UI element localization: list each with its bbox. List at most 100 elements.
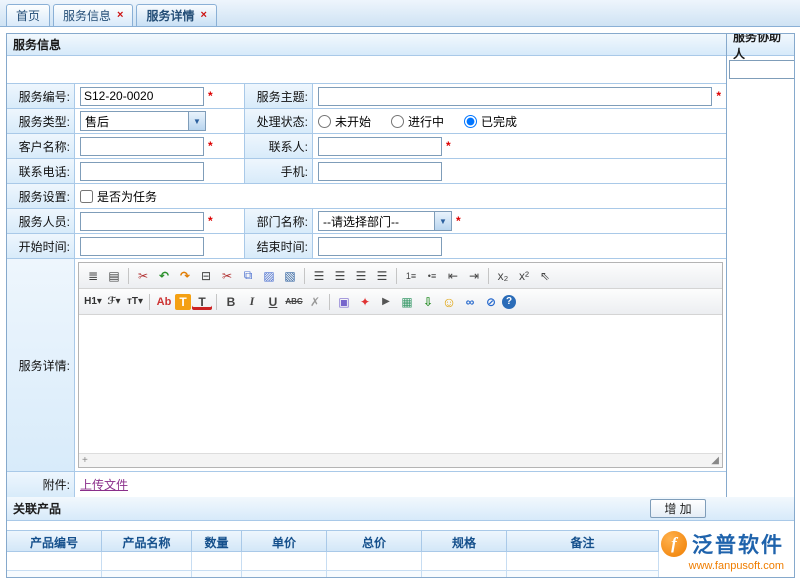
start-time-input[interactable]	[80, 237, 204, 256]
required-mark: *	[208, 89, 213, 103]
forecolor-icon[interactable]: T	[192, 294, 212, 310]
close-icon[interactable]: ×	[117, 10, 123, 21]
fanpu-logo-text: 泛普软件	[692, 529, 784, 559]
table-icon[interactable]: ▦	[397, 292, 417, 312]
required-mark: *	[716, 89, 721, 103]
superscript-icon[interactable]: x²	[514, 266, 534, 286]
subscript-icon[interactable]: x₂	[493, 266, 513, 286]
source-icon[interactable]: ≣	[83, 266, 103, 286]
tab-service-info[interactable]: 服务信息 ×	[53, 4, 133, 26]
is-task-option[interactable]: 是否为任务	[80, 188, 157, 205]
drag-grip-icon[interactable]: +	[82, 455, 88, 466]
print-icon[interactable]: ⊟	[196, 266, 216, 286]
personnel-label: 服务人员:	[7, 209, 75, 233]
is-task-label: 是否为任务	[97, 188, 157, 205]
toolbar-separator	[304, 268, 305, 284]
service-no-label: 服务编号:	[7, 84, 75, 108]
redo-icon[interactable]: ↷	[175, 266, 195, 286]
heading-icon[interactable]: H1▾	[83, 292, 103, 312]
subject-input[interactable]	[318, 87, 712, 106]
remove-format-icon[interactable]: ✗	[305, 292, 325, 312]
styles-icon[interactable]: Ab	[154, 292, 174, 312]
highlight-icon[interactable]: T	[175, 294, 191, 310]
scissors-icon[interactable]: ✂	[217, 266, 237, 286]
department-label: 部门名称:	[245, 209, 313, 233]
phone-label: 联系电话:	[7, 159, 75, 183]
service-type-value: 售后	[85, 113, 109, 130]
section-title: 服务信息	[7, 34, 726, 56]
department-select[interactable]: --请选择部门-- ▼	[318, 211, 452, 231]
is-task-checkbox[interactable]	[80, 190, 93, 203]
add-product-button[interactable]: 增 加	[650, 499, 706, 518]
status-radio-not-started[interactable]	[318, 115, 331, 128]
underline-icon[interactable]: U	[263, 292, 283, 312]
paste-icon[interactable]: ▨	[259, 266, 279, 286]
col-spec: 规格	[422, 530, 507, 552]
contact-label: 联系人:	[245, 134, 313, 158]
service-no-input[interactable]	[80, 87, 204, 106]
italic-icon[interactable]: I	[242, 292, 262, 312]
align-justify-icon[interactable]: ☰	[372, 266, 392, 286]
bullet-list-icon[interactable]: •≡	[422, 266, 442, 286]
strikethrough-icon[interactable]: ABC	[284, 292, 304, 312]
resize-grip-icon[interactable]: ◢	[711, 455, 719, 466]
toolbar-separator	[128, 268, 129, 284]
col-product-name: 产品名称	[102, 530, 192, 552]
form-row: 服务人员: * 部门名称: --请选择部门-- ▼ *	[7, 209, 726, 234]
personnel-input[interactable]	[80, 212, 204, 231]
indent-icon[interactable]: ⇥	[464, 266, 484, 286]
tab-home[interactable]: 首页	[6, 4, 50, 26]
status-option-in-progress[interactable]: 进行中	[391, 113, 444, 130]
contact-input[interactable]	[318, 137, 442, 156]
font-size-icon[interactable]: тT▾	[125, 292, 145, 312]
chevron-down-icon[interactable]: ▼	[434, 212, 451, 230]
font-family-icon[interactable]: ℱ▾	[104, 292, 124, 312]
link-icon[interactable]: ∞	[460, 292, 480, 312]
select-all-icon[interactable]: ⇖	[535, 266, 555, 286]
flash-icon[interactable]: ✦	[355, 292, 375, 312]
service-info-panel: 服务信息 服务编号: * 服务主题: *	[6, 33, 795, 578]
department-value: --请选择部门--	[323, 213, 399, 230]
copy-icon[interactable]: ⧉	[238, 266, 258, 286]
customer-label: 客户名称:	[7, 134, 75, 158]
insert-icon[interactable]: ⇩	[418, 292, 438, 312]
form-row: 联系电话: 手机:	[7, 159, 726, 184]
outdent-icon[interactable]: ⇤	[443, 266, 463, 286]
assistant-input[interactable]	[729, 60, 795, 79]
undo-icon[interactable]: ↶	[154, 266, 174, 286]
align-right-icon[interactable]: ☰	[351, 266, 371, 286]
service-type-select[interactable]: 售后 ▼	[80, 111, 206, 131]
rich-text-editor: ≣ ▤ ✂ ↶ ↷ ⊟ ✂ ⧉ ▨ ▧	[78, 262, 723, 468]
paste-word-icon[interactable]: ▧	[280, 266, 300, 286]
tab-service-detail[interactable]: 服务详情 ×	[136, 4, 216, 26]
toolbar-separator	[488, 268, 489, 284]
phone-input[interactable]	[80, 162, 204, 181]
mobile-input[interactable]	[318, 162, 442, 181]
align-center-icon[interactable]: ☰	[330, 266, 350, 286]
help-icon[interactable]: ?	[502, 295, 516, 309]
image-icon[interactable]: ▣	[334, 292, 354, 312]
media-icon[interactable]: ▶	[376, 292, 396, 312]
close-icon[interactable]: ×	[200, 10, 206, 21]
customer-input[interactable]	[80, 137, 204, 156]
cut-icon[interactable]: ✂	[133, 266, 153, 286]
preview-icon[interactable]: ▤	[104, 266, 124, 286]
upload-file-link[interactable]: 上传文件	[80, 476, 128, 493]
bold-icon[interactable]: B	[221, 292, 241, 312]
align-left-icon[interactable]: ☰	[309, 266, 329, 286]
form-row: 附件: 上传文件	[7, 472, 726, 497]
emoticon-icon[interactable]: ☺	[439, 292, 459, 312]
col-product-no: 产品编号	[7, 530, 102, 552]
editor-toolbar-row2: H1▾ ℱ▾ тT▾ Ab T T B I U	[79, 289, 722, 315]
status-option-completed[interactable]: 已完成	[464, 113, 517, 130]
chevron-down-icon[interactable]: ▼	[188, 112, 205, 130]
status-radio-completed[interactable]	[464, 115, 477, 128]
related-products-bar: 关联产品 增 加	[7, 497, 794, 521]
unlink-icon[interactable]: ⊘	[481, 292, 501, 312]
fanpu-logo-icon: f	[661, 531, 687, 557]
editor-content-area[interactable]	[79, 315, 722, 453]
status-radio-in-progress[interactable]	[391, 115, 404, 128]
status-option-not-started[interactable]: 未开始	[318, 113, 371, 130]
ordered-list-icon[interactable]: 1≡	[401, 266, 421, 286]
end-time-input[interactable]	[318, 237, 442, 256]
